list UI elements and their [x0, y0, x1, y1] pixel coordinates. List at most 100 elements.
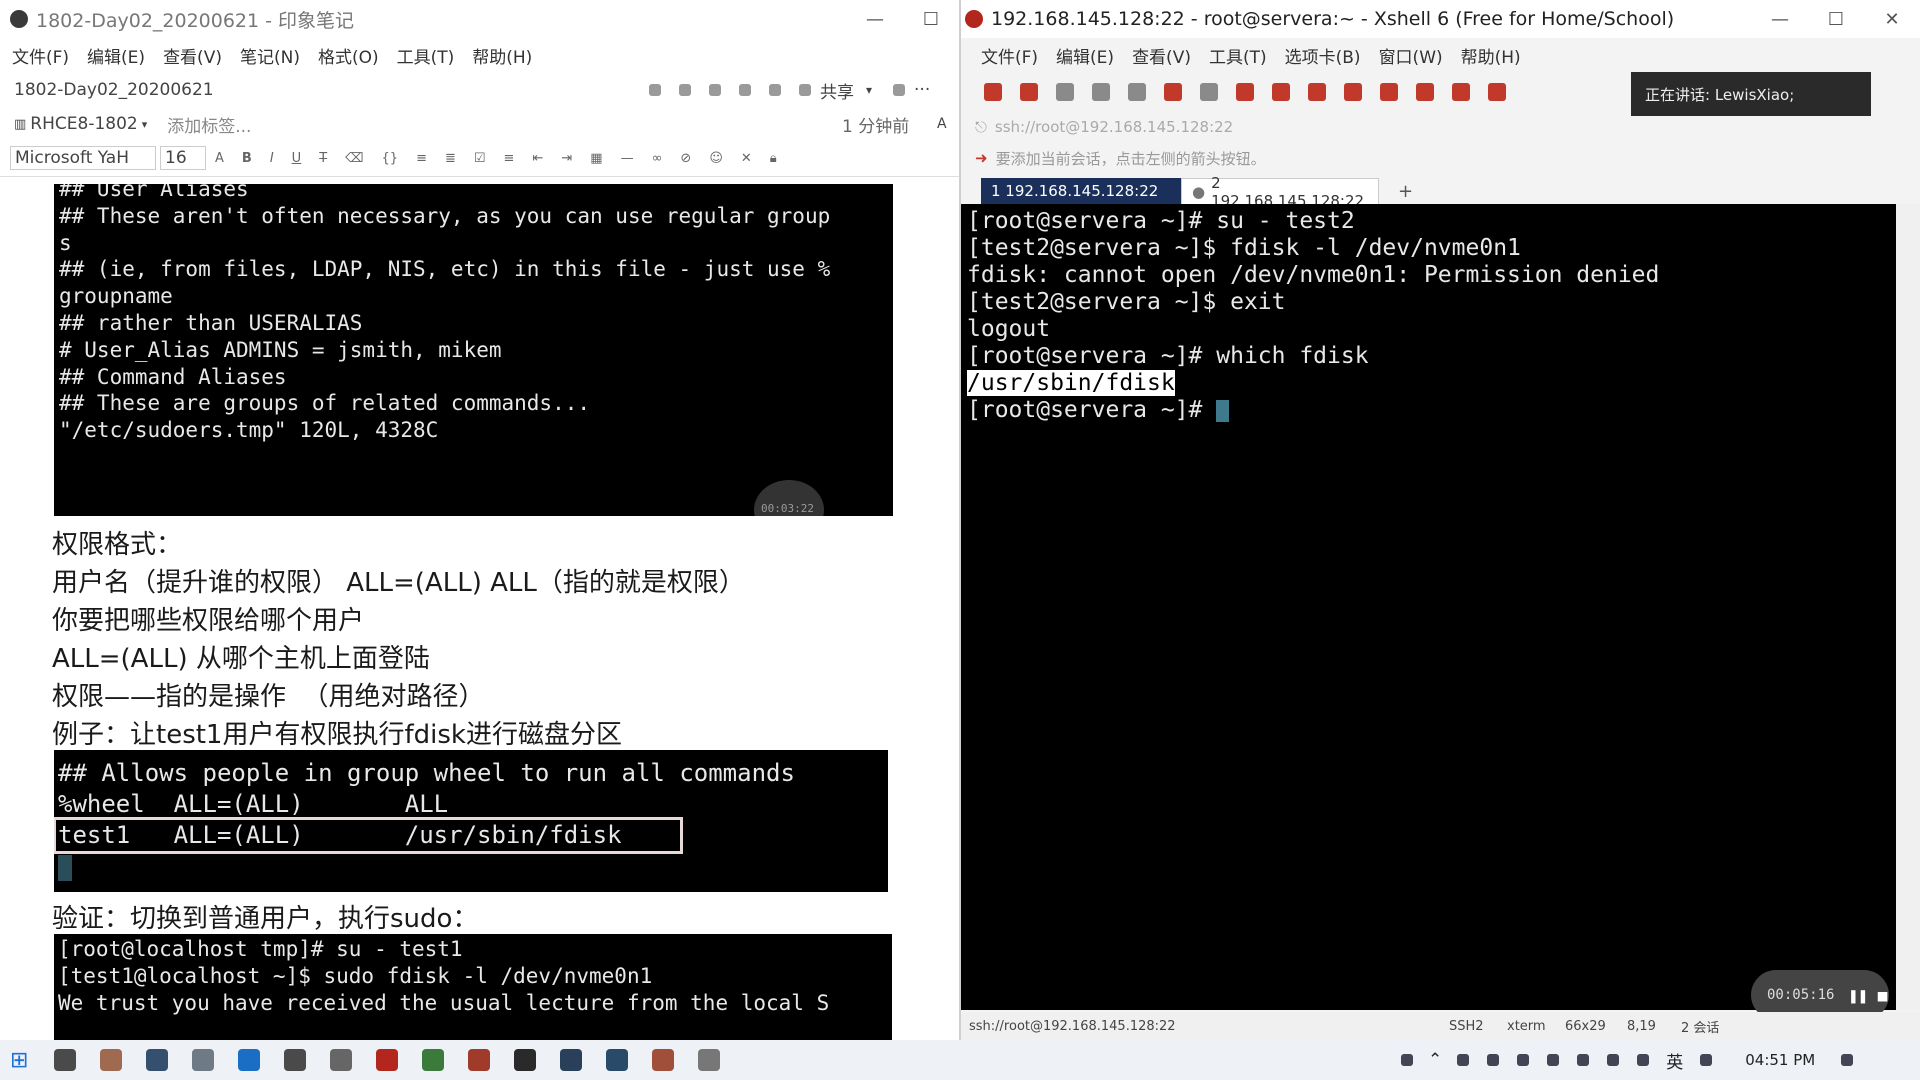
- taskbar-app-icon[interactable]: [606, 1049, 629, 1071]
- link-icon[interactable]: ∞: [652, 151, 663, 166]
- share-button[interactable]: 共享: [820, 78, 854, 103]
- task-view-icon[interactable]: [54, 1049, 77, 1071]
- pause-icon[interactable]: ❚❚: [1848, 982, 1867, 1009]
- network-icon[interactable]: [1607, 1054, 1620, 1066]
- checkbox-icon[interactable]: ☑: [474, 151, 486, 166]
- reconnect-icon[interactable]: [1092, 83, 1110, 101]
- menu-edit[interactable]: 编辑(E): [1056, 43, 1114, 68]
- taskbar-app-icon[interactable]: [376, 1049, 399, 1071]
- start-icon[interactable]: ⊞: [10, 1048, 28, 1073]
- menu-format[interactable]: 格式(O): [318, 43, 379, 68]
- menu-view[interactable]: 查看(V): [1132, 43, 1191, 68]
- properties-icon[interactable]: [1164, 83, 1182, 101]
- present-icon[interactable]: [739, 84, 751, 96]
- notebook-selector[interactable]: RHCE8-1802: [30, 114, 137, 134]
- print-icon[interactable]: [709, 84, 721, 96]
- chevron-down-icon[interactable]: ▾: [866, 83, 872, 97]
- lock-icon[interactable]: [1380, 83, 1398, 101]
- taskbar-app-icon[interactable]: [284, 1049, 307, 1071]
- emoji-icon[interactable]: ☺: [709, 151, 723, 166]
- share-icon[interactable]: [769, 84, 781, 96]
- menu-file[interactable]: 文件(F): [12, 43, 69, 68]
- reminder-icon[interactable]: [679, 84, 691, 96]
- font-color-icon[interactable]: A: [937, 116, 947, 132]
- tab-session-1[interactable]: 1 192.168.145.128:22: [981, 178, 1183, 204]
- help-icon[interactable]: [1401, 1054, 1413, 1066]
- menu-file[interactable]: 文件(F): [981, 43, 1038, 68]
- underline-icon[interactable]: U: [292, 151, 302, 166]
- font-icon[interactable]: [1236, 83, 1254, 101]
- stop-icon[interactable]: ■: [1878, 982, 1888, 1009]
- add-tab-button[interactable]: +: [1388, 178, 1423, 204]
- minimize-icon[interactable]: —: [1752, 9, 1808, 30]
- taskbar-app-icon[interactable]: [422, 1049, 445, 1071]
- clear-format-icon[interactable]: ✕: [741, 151, 752, 166]
- add-tag-input[interactable]: 添加标签...: [167, 112, 251, 137]
- taskbar-app-icon[interactable]: [146, 1049, 169, 1071]
- menu-window[interactable]: 窗口(W): [1379, 43, 1443, 68]
- microphone-icon[interactable]: [1547, 1054, 1560, 1066]
- font-size-select[interactable]: 16: [160, 146, 206, 170]
- fullscreen-icon[interactable]: [1344, 83, 1362, 101]
- tray-app-icon[interactable]: [1517, 1054, 1530, 1066]
- taskbar-app-icon[interactable]: [560, 1049, 583, 1071]
- menu-help[interactable]: 帮助(H): [1461, 43, 1521, 68]
- taskbar-app-icon[interactable]: [698, 1049, 721, 1071]
- new-session-icon[interactable]: [984, 83, 1002, 101]
- menu-view[interactable]: 查看(V): [163, 43, 222, 68]
- keyboard-icon[interactable]: [1416, 83, 1434, 101]
- ime-icon[interactable]: [1700, 1054, 1713, 1066]
- align-icon[interactable]: ≡: [504, 151, 515, 166]
- notification-icon[interactable]: [1841, 1054, 1854, 1066]
- xshell-titlebar[interactable]: 192.168.145.128:22 - root@servera:~ - Xs…: [961, 0, 1920, 38]
- taskbar-app-icon[interactable]: [330, 1049, 353, 1071]
- connect-icon[interactable]: [1056, 83, 1074, 101]
- eraser-icon[interactable]: ⌫: [345, 151, 363, 166]
- info-circle-icon[interactable]: [893, 84, 906, 96]
- bullet-list-icon[interactable]: ≡: [416, 151, 427, 166]
- taskbar-app-icon[interactable]: [192, 1049, 215, 1071]
- attach-icon[interactable]: ⊘: [680, 151, 691, 166]
- bold-icon[interactable]: B: [242, 151, 252, 166]
- clock[interactable]: 04:51 PM: [1745, 1051, 1815, 1069]
- search-icon[interactable]: [1128, 83, 1146, 101]
- menu-tools[interactable]: 工具(T): [1209, 43, 1267, 68]
- tray-app-icon[interactable]: [1457, 1054, 1470, 1066]
- menu-tools[interactable]: 工具(T): [397, 43, 455, 68]
- menu-edit[interactable]: 编辑(E): [87, 43, 145, 68]
- battery-icon[interactable]: [1577, 1054, 1590, 1066]
- divider-icon[interactable]: —: [621, 151, 634, 166]
- font-family-select[interactable]: Microsoft YaH: [10, 146, 156, 170]
- notebook-chevron-icon[interactable]: ▾: [142, 118, 148, 131]
- more-icon[interactable]: ···: [914, 80, 930, 100]
- menu-help[interactable]: 帮助(H): [472, 43, 532, 68]
- outdent-icon[interactable]: ⇤: [532, 151, 543, 166]
- xshell-taskbar-icon[interactable]: [468, 1049, 491, 1071]
- lock-icon[interactable]: 🔒︎: [770, 151, 777, 166]
- input-language[interactable]: 英: [1666, 1048, 1683, 1073]
- tray-app-icon[interactable]: [1487, 1054, 1500, 1066]
- strikethrough-icon[interactable]: T: [319, 151, 327, 166]
- maximize-icon[interactable]: ☐: [903, 9, 959, 30]
- minimize-icon[interactable]: —: [847, 9, 903, 30]
- pen-icon[interactable]: [1452, 83, 1470, 101]
- bookmark-icon[interactable]: ➜: [975, 149, 988, 167]
- evernote-titlebar[interactable]: 1802-Day02_20200621 - 印象笔记 — ☐: [0, 0, 959, 38]
- chat-icon[interactable]: [1488, 83, 1506, 101]
- menu-note[interactable]: 笔记(N): [240, 43, 300, 68]
- highlight-icon[interactable]: A: [215, 151, 224, 166]
- taskbar-app-icon[interactable]: [652, 1049, 675, 1071]
- menu-tabs[interactable]: 选项卡(B): [1285, 43, 1361, 68]
- script-icon[interactable]: [1308, 83, 1326, 101]
- taskbar-app-icon[interactable]: [100, 1049, 123, 1071]
- italic-icon[interactable]: I: [270, 151, 274, 166]
- terminal-scrollbar[interactable]: [1896, 204, 1920, 1010]
- terminal[interactable]: [root@servera ~]# su - test2 [test2@serv…: [961, 204, 1920, 1020]
- globe-icon[interactable]: [1200, 83, 1218, 101]
- volume-icon[interactable]: [1637, 1054, 1650, 1066]
- address-input[interactable]: ssh://root@192.168.145.128:22: [995, 118, 1233, 136]
- numbered-list-icon[interactable]: ≣: [445, 151, 456, 166]
- tray-expand-icon[interactable]: ⌃: [1428, 1050, 1442, 1070]
- edge-icon[interactable]: [238, 1049, 261, 1071]
- tab-session-2[interactable]: ● 2 192.168.145.128:22: [1181, 174, 1379, 210]
